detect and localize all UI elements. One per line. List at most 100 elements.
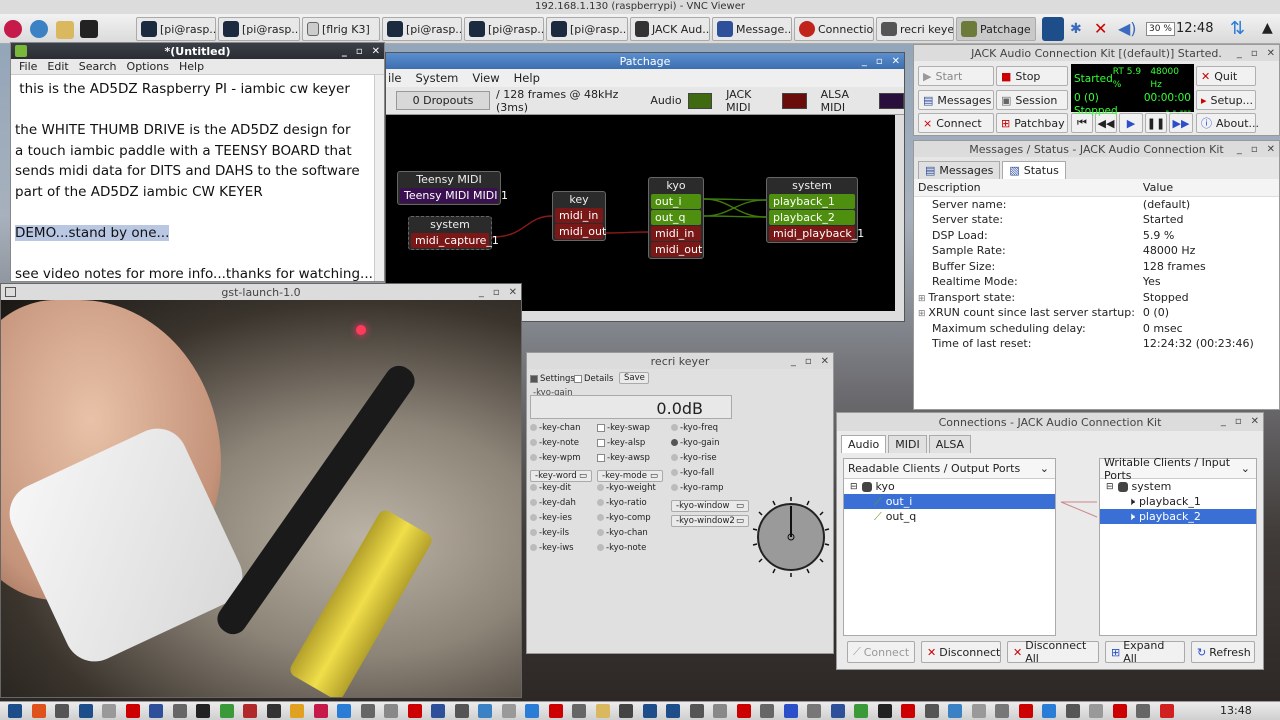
menu-search[interactable]: Search xyxy=(79,60,117,73)
node-kyo[interactable]: kyo out_i out_q midi_in midi_out xyxy=(648,177,704,259)
launcher-icon[interactable] xyxy=(407,704,422,718)
details-checkbox[interactable]: Details xyxy=(574,374,613,384)
terminal-icon[interactable] xyxy=(80,20,98,38)
start-button[interactable]: ▶ Start xyxy=(918,66,994,86)
option-kyo-note[interactable]: -kyo-note xyxy=(597,543,646,553)
tab-messages[interactable]: ▤ Messages xyxy=(918,161,1001,179)
launcher-icon[interactable] xyxy=(196,704,210,718)
option-kyo-comp[interactable]: -kyo-comp xyxy=(597,513,651,523)
launcher-icon[interactable] xyxy=(901,704,915,718)
status-row[interactable]: Sample Rate: 48000 Hz xyxy=(914,243,1279,259)
quit-button[interactable]: ✕ Quit xyxy=(1196,66,1256,86)
close-icon[interactable]: ✕ xyxy=(1267,144,1275,155)
taskbar-button-recri-keyer[interactable]: recri keyer xyxy=(876,17,954,41)
option-kyo-rise[interactable]: -kyo-rise xyxy=(671,453,717,463)
taskbar-button-terminal-5[interactable]: [pi@rasp... xyxy=(546,17,628,41)
menu-edit[interactable]: Edit xyxy=(47,60,68,73)
option-key-chan[interactable]: -key-chan xyxy=(530,423,581,433)
editor-text-area[interactable]: this is the AD5DZ Raspberry PI - iambic … xyxy=(11,75,384,284)
port-key-midi-out[interactable]: midi_out xyxy=(555,224,606,239)
connections-title-bar[interactable]: Connections - JACK Audio Connection Kit … xyxy=(837,413,1263,431)
disconnect-button[interactable]: ✕ Disconnect xyxy=(921,641,1001,663)
bottom-clock[interactable]: 13:48 xyxy=(1220,704,1252,717)
option-key-awsp[interactable]: -key-awsp xyxy=(597,453,650,463)
launcher-icon[interactable] xyxy=(290,704,304,718)
minimize-icon[interactable]: _ xyxy=(1237,144,1242,155)
port-kyo-out-q[interactable]: out_q xyxy=(651,210,701,225)
status-row[interactable]: ⊞ Transport state: Stopped xyxy=(914,290,1279,306)
folder-icon[interactable] xyxy=(56,21,74,39)
vnc-icon[interactable] xyxy=(1042,17,1064,41)
port-key-midi-in[interactable]: midi_in xyxy=(555,208,603,223)
patchage-title-bar[interactable]: Patchage _ ▫ ✕ xyxy=(386,53,904,69)
launcher-icon[interactable] xyxy=(1159,704,1174,718)
maximize-icon[interactable]: ▫ xyxy=(876,56,883,67)
maximize-icon[interactable]: ▫ xyxy=(1251,48,1258,59)
option-key-dah[interactable]: -key-dah xyxy=(530,498,576,508)
client-kyo[interactable]: ⊟ kyo xyxy=(844,479,1055,494)
option-key-ils[interactable]: -key-ils xyxy=(530,528,569,538)
taskbar-button-flrig[interactable]: [flrig K3] xyxy=(302,17,380,41)
launcher-icon[interactable] xyxy=(783,704,798,718)
status-row[interactable]: Realtime Mode: Yes xyxy=(914,274,1279,290)
launcher-icon[interactable] xyxy=(1065,704,1080,718)
node-system-capture[interactable]: system midi_capture_1 xyxy=(408,216,499,250)
option-key-alsp[interactable]: -key-alsp xyxy=(597,438,645,448)
menu-options[interactable]: Options xyxy=(127,60,169,73)
port-playback-2[interactable]: playback_2 xyxy=(769,210,855,225)
about-button[interactable]: ⓘ About... xyxy=(1196,113,1259,133)
minimize-icon[interactable]: _ xyxy=(862,56,867,67)
node-system-playback[interactable]: system playback_1 playback_2 midi_playba… xyxy=(766,177,864,243)
launcher-icon[interactable] xyxy=(572,704,586,718)
tab-audio[interactable]: Audio xyxy=(841,435,887,453)
taskbar-button-terminal-1[interactable]: [pi@rasp... xyxy=(136,17,216,41)
gain-knob[interactable] xyxy=(749,495,833,579)
launcher-icon[interactable] xyxy=(219,704,234,718)
status-row[interactable]: Time of last reset: 12:24:32 (00:23:46) xyxy=(914,336,1279,352)
tab-status[interactable]: ▧ Status xyxy=(1002,161,1066,179)
maximize-icon[interactable]: ▫ xyxy=(356,46,363,57)
status-row[interactable]: ⊞ XRUN count since last server startup: 0… xyxy=(914,305,1279,321)
launcher-icon[interactable] xyxy=(1018,704,1033,718)
launcher-icon[interactable] xyxy=(525,704,539,718)
input-ports-header[interactable]: Writable Clients / Input Ports ⌄ xyxy=(1100,456,1256,482)
close-icon[interactable]: ✕ xyxy=(1267,48,1275,59)
settings-checkbox[interactable]: Settings xyxy=(530,374,575,384)
close-icon[interactable]: ✕ xyxy=(821,356,829,367)
launcher-icon[interactable] xyxy=(830,704,845,718)
expand-all-button[interactable]: ⊞ Expand All xyxy=(1105,639,1185,665)
launcher-icon[interactable] xyxy=(1112,704,1127,718)
launcher-icon[interactable] xyxy=(337,704,351,718)
minimize-icon[interactable]: _ xyxy=(791,356,796,367)
option-kyo-freq[interactable]: -kyo-freq xyxy=(671,423,718,433)
minimize-icon[interactable]: _ xyxy=(342,46,347,57)
launcher-icon[interactable] xyxy=(31,704,46,718)
option-kyo-fall[interactable]: -kyo-fall xyxy=(671,468,714,478)
maximize-icon[interactable]: ▫ xyxy=(1235,416,1242,427)
taskbar-button-jack-audio[interactable]: JACK Aud... xyxy=(630,17,710,41)
close-icon[interactable]: ✕ xyxy=(509,287,517,298)
launcher-icon[interactable] xyxy=(1042,704,1056,718)
port-out-q[interactable]: ⟋ out_q xyxy=(844,509,1055,524)
launcher-icon[interactable] xyxy=(501,704,516,718)
sync-icon[interactable]: ⇅ xyxy=(1230,18,1245,39)
option-kyo-ramp[interactable]: -kyo-ramp xyxy=(671,483,724,493)
port-playback-1[interactable]: playback_1 xyxy=(769,194,855,209)
network-error-icon[interactable]: ✕ xyxy=(1094,19,1107,38)
launcher-icon[interactable] xyxy=(854,704,868,718)
taskbar-button-patchage[interactable]: Patchage xyxy=(956,17,1036,41)
status-row[interactable]: Server name: (default) xyxy=(914,197,1279,213)
port-midi-playback-1[interactable]: midi_playback_1 xyxy=(769,226,864,241)
launcher-icon[interactable] xyxy=(243,704,257,718)
option-key-note[interactable]: -key-note xyxy=(530,438,579,448)
option-key-swap[interactable]: -key-swap xyxy=(597,423,650,433)
option-kyo-weight[interactable]: -kyo-weight xyxy=(597,483,656,493)
launcher-icon[interactable] xyxy=(713,704,727,718)
launcher-icon[interactable] xyxy=(666,704,680,718)
launcher-icon[interactable] xyxy=(431,704,445,718)
launcher-icon[interactable] xyxy=(948,704,962,718)
expand-icon[interactable]: ⊞ xyxy=(918,294,928,304)
disconnect-all-button[interactable]: ✕ Disconnect All xyxy=(1007,639,1099,665)
input-ports-panel[interactable]: Writable Clients / Input Ports ⌄ ⊟ system … xyxy=(1099,456,1257,636)
gst-title-bar[interactable]: gst-launch-1.0 _ ▫ ✕ xyxy=(1,284,521,300)
